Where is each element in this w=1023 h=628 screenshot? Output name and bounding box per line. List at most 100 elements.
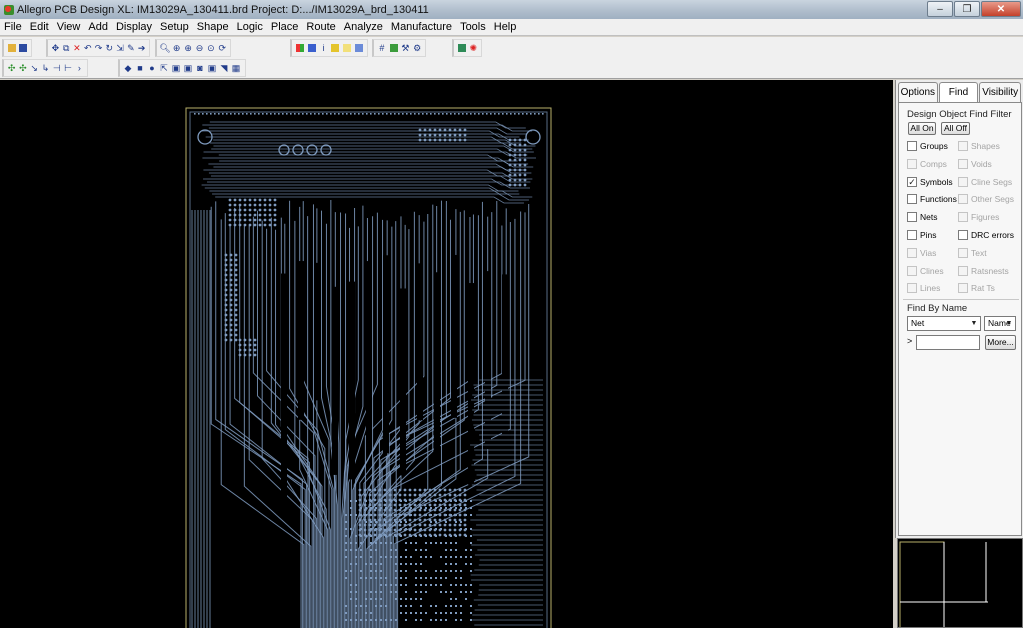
find-type-select[interactable]: Net ▼ [907, 316, 981, 331]
custom-smooth-icon[interactable]: ↳ [41, 63, 50, 73]
color-icon[interactable] [295, 43, 305, 53]
property-icon[interactable]: ⚙ [412, 43, 422, 53]
copy-icon[interactable]: ⧉ [62, 43, 71, 53]
tab-options[interactable]: Options [898, 82, 938, 102]
zoom-fit-icon[interactable]: ⊕ [172, 43, 181, 53]
unfix-icon[interactable]: ⇲ [116, 43, 125, 53]
route-arrow-icon[interactable]: › [75, 63, 84, 73]
checkbox-box [958, 176, 968, 187]
move-icon[interactable]: ✥ [51, 43, 60, 53]
toolbar-area: ✥ ⧉ ✕ ↶ ↷ ↻ ⇲ ✎ ➔ 🔍︎ ⊕ ⊕ ⊖ ⊙ ⟳ i # ⚒ ⚙ ✺… [0, 37, 1023, 79]
open-icon[interactable] [7, 43, 17, 53]
filter-drc-errors-checkbox[interactable]: DRC errors [958, 230, 1014, 240]
filter-groups-checkbox[interactable]: Groups [907, 141, 948, 151]
checkbox-box[interactable] [907, 212, 917, 223]
checkbox-box[interactable] [958, 230, 968, 240]
redraw-icon[interactable]: ⟳ [218, 43, 227, 53]
menu-route[interactable]: Route [302, 19, 339, 36]
tab-visibility[interactable]: Visibility [979, 82, 1021, 102]
pcb-board-view[interactable] [0, 80, 893, 628]
delay-tune-icon[interactable]: ↘ [30, 63, 39, 73]
menu-manufacture[interactable]: Manufacture [387, 19, 456, 36]
filter-symbols-checkbox[interactable]: ✓ Symbols [907, 176, 953, 187]
highlight-icon[interactable] [342, 43, 352, 53]
menu-file[interactable]: File [0, 19, 26, 36]
menu-edit[interactable]: Edit [26, 19, 53, 36]
menu-analyze[interactable]: Analyze [340, 19, 387, 36]
report-icon[interactable] [457, 43, 467, 53]
find-mode-select[interactable]: Name ▼ [984, 316, 1016, 331]
pencil-icon[interactable]: ✎ [126, 43, 135, 53]
all-off-button[interactable]: All Off [941, 122, 970, 135]
edit-toolbar: ✥ ⧉ ✕ ↶ ↷ ↻ ⇲ ✎ ➔ [46, 39, 150, 57]
world-view-canvas[interactable] [898, 539, 1023, 628]
dehighlight-icon[interactable] [354, 43, 364, 53]
shape-merge-icon[interactable]: ◥ [219, 63, 229, 73]
shape-poly-icon[interactable]: ◆ [123, 63, 133, 73]
shape-fill-icon[interactable]: ▦ [231, 63, 241, 73]
connect-icon[interactable]: ✣ [7, 63, 16, 73]
shape-rect-icon[interactable]: ■ [135, 63, 145, 73]
arrow-icon[interactable]: ➔ [137, 43, 146, 53]
shape-toolbar: ◆ ■ ● ⇱ ▣ ▣ ◙ ▣ ◥ ▦ [118, 59, 246, 77]
menu-tools[interactable]: Tools [456, 19, 490, 36]
menu-view[interactable]: View [53, 19, 85, 36]
tab-find[interactable]: Find [938, 82, 979, 103]
checkmark-icon[interactable]: ✓ [907, 176, 917, 187]
menu-display[interactable]: Display [112, 19, 156, 36]
all-on-button[interactable]: All On [908, 122, 936, 135]
shape-void-poly-icon[interactable]: ▣ [171, 63, 181, 73]
zoom-in-icon[interactable]: ⊕ [183, 43, 192, 53]
filter-pins-checkbox[interactable]: Pins [907, 230, 937, 240]
menu-logic[interactable]: Logic [233, 19, 267, 36]
more-button[interactable]: More... [985, 335, 1016, 350]
find-name-input[interactable] [916, 335, 980, 350]
filter-nets-checkbox[interactable]: Nets [907, 212, 937, 223]
design-canvas[interactable] [0, 80, 893, 628]
measure-icon[interactable] [330, 43, 340, 53]
menu-setup[interactable]: Setup [156, 19, 193, 36]
checkbox-box [958, 247, 968, 258]
filter-label: Lines [920, 283, 941, 294]
menu-shape[interactable]: Shape [193, 19, 233, 36]
zoom-points-icon[interactable]: 🔍︎ [159, 43, 170, 53]
zoom-out-icon[interactable]: ⊖ [195, 43, 204, 53]
filter-figures-checkbox: Figures [958, 212, 1000, 223]
zoom-previous-icon[interactable]: ⊙ [206, 43, 215, 53]
layer-icon[interactable] [307, 43, 317, 53]
vertex-icon[interactable]: ⊣ [52, 63, 61, 73]
filter-label: Figures [971, 212, 1000, 223]
info-icon[interactable]: i [319, 43, 329, 53]
delete-icon[interactable]: ✕ [73, 43, 82, 53]
shape-select-icon[interactable]: ⇱ [159, 63, 169, 73]
minimize-button[interactable]: – [927, 1, 953, 17]
close-button[interactable]: ✕ [981, 1, 1021, 17]
menu-place[interactable]: Place [267, 19, 303, 36]
filter-other-segs-checkbox: Other Segs [958, 194, 1014, 205]
shape-void-circle-icon[interactable]: ◙ [195, 63, 205, 73]
maximize-button[interactable]: ❐ [954, 1, 980, 17]
menu-bar: File Edit View Add Display Setup Shape L… [0, 19, 1023, 36]
grid-icon[interactable]: # [377, 43, 387, 53]
fix-icon[interactable]: ↻ [105, 43, 114, 53]
title-bar: Allegro PCB Design XL: IM13029A_130411.b… [0, 0, 1023, 19]
shape-circle-icon[interactable]: ● [147, 63, 157, 73]
slide-icon[interactable]: ✣ [18, 63, 27, 73]
undo-icon[interactable]: ↶ [83, 43, 92, 53]
redo-icon[interactable]: ↷ [94, 43, 103, 53]
spread-icon[interactable]: ⊢ [63, 63, 72, 73]
menu-help[interactable]: Help [490, 19, 521, 36]
checkbox-box[interactable] [907, 141, 917, 151]
world-view-minimap[interactable] [897, 538, 1023, 628]
shape-void-rect-icon[interactable]: ▣ [183, 63, 193, 73]
save-icon[interactable] [19, 43, 29, 53]
checkbox-box[interactable] [907, 194, 917, 205]
constraint-icon[interactable]: ⚒ [401, 43, 411, 53]
allegro-app-icon[interactable] [3, 4, 15, 16]
shape-edit-icon[interactable]: ▣ [207, 63, 217, 73]
drc-icon[interactable]: ✺ [469, 43, 479, 53]
stack-icon[interactable] [389, 43, 399, 53]
menu-add[interactable]: Add [84, 19, 112, 36]
checkbox-box[interactable] [907, 230, 917, 240]
filter-functions-checkbox[interactable]: Functions [907, 194, 957, 205]
